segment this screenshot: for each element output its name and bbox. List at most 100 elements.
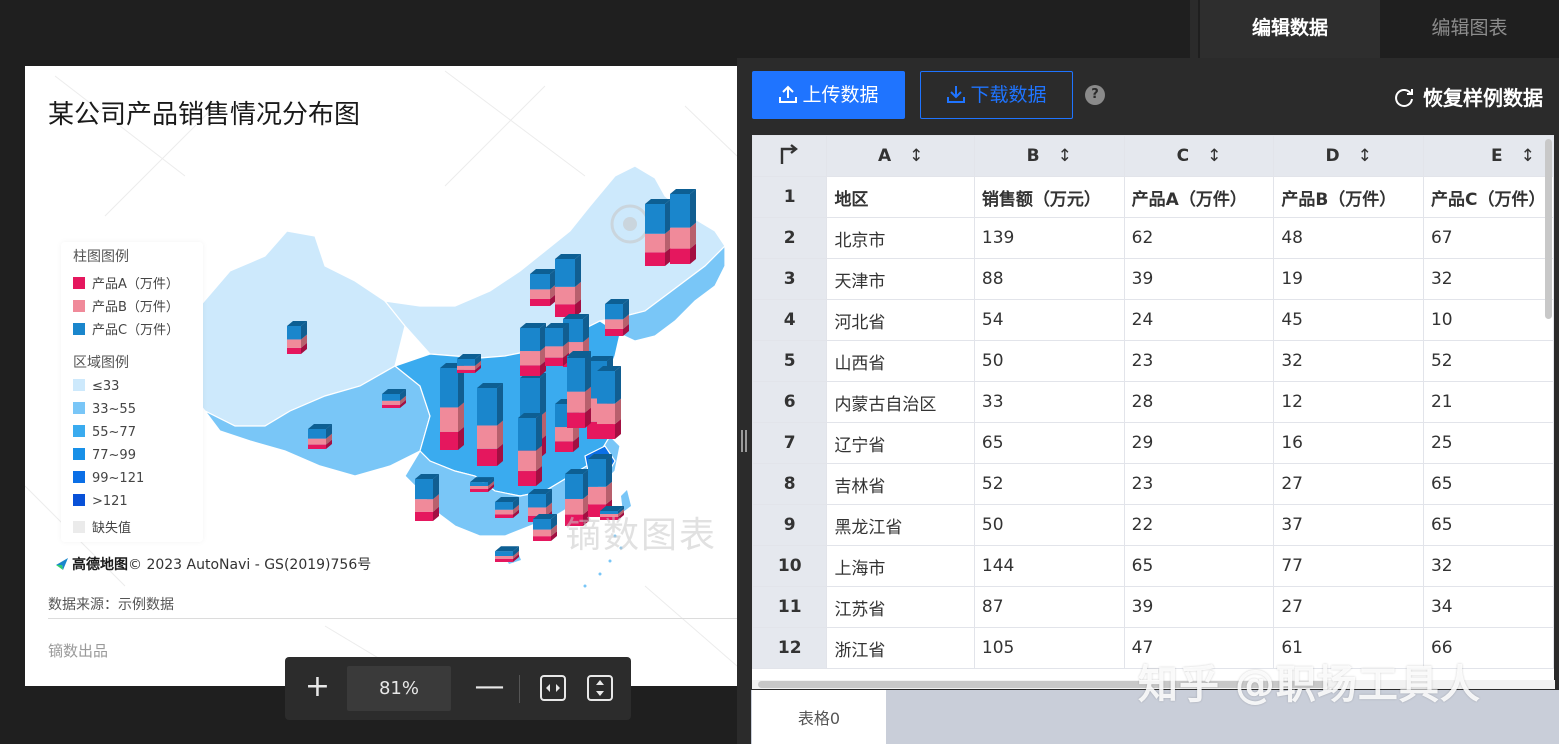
region-legend-item[interactable]: >121 (73, 494, 128, 510)
table-cell[interactable]: 28 (1123, 381, 1275, 423)
table-cell[interactable]: 65 (973, 422, 1125, 464)
bar-segment[interactable] (555, 286, 575, 305)
bar-segment[interactable] (567, 358, 585, 392)
bar-segment[interactable] (495, 509, 513, 515)
fit-width-button[interactable] (538, 666, 568, 711)
column-header[interactable]: E ↕ (1422, 135, 1554, 177)
sort-icon[interactable]: ↕ (1207, 146, 1221, 166)
table-cell[interactable]: 上海市 (826, 545, 975, 587)
bar-segment[interactable] (567, 391, 585, 413)
bar-segment[interactable] (645, 252, 665, 266)
row-number[interactable]: 3 (752, 258, 828, 300)
bar-segment[interactable] (520, 328, 540, 352)
bar-segment[interactable] (477, 388, 497, 426)
restore-sample-data-button[interactable]: 恢复样例数据 (1393, 82, 1543, 111)
chart-title[interactable]: 某公司产品销售情况分布图 (48, 94, 360, 131)
bar-segment[interactable] (470, 482, 488, 486)
column-header[interactable]: B ↕ (973, 135, 1125, 177)
row-number[interactable]: 5 (752, 340, 828, 382)
sort-icon[interactable]: ↕ (909, 146, 923, 166)
zoom-level[interactable]: 81% (347, 666, 451, 711)
zoom-in-button[interactable]: + (295, 666, 340, 711)
bar-segment[interactable] (495, 559, 513, 562)
table-cell[interactable]: 27 (1273, 586, 1424, 628)
table-cell[interactable]: 产品C（万件） (1422, 176, 1554, 218)
bar-legend-item-c[interactable]: 产品C（万件） (73, 319, 179, 338)
bar-segment[interactable] (518, 450, 536, 472)
table-cell[interactable]: 62 (1123, 217, 1275, 259)
table-cell[interactable]: 32 (1273, 340, 1424, 382)
bar-segment[interactable] (565, 474, 583, 499)
bar-segment[interactable] (415, 511, 433, 521)
bar-segment[interactable] (287, 347, 301, 354)
bar-segment[interactable] (470, 486, 488, 489)
table-cell[interactable]: 天津市 (826, 258, 975, 300)
row-number[interactable]: 11 (752, 586, 828, 628)
table-cell[interactable]: 77 (1273, 545, 1424, 587)
bar-segment[interactable] (597, 424, 615, 439)
table-cell[interactable]: 34 (1422, 586, 1554, 628)
bar-segment[interactable] (440, 431, 458, 450)
bar-segment[interactable] (518, 471, 536, 486)
table-cell[interactable]: 江苏省 (826, 586, 975, 628)
table-cell[interactable]: 139 (973, 217, 1125, 259)
table-cell[interactable]: 山西省 (826, 340, 975, 382)
bar-segment[interactable] (567, 412, 585, 428)
bar-segment[interactable] (518, 418, 536, 451)
bar-segment[interactable] (495, 551, 513, 556)
table-cell[interactable]: 45 (1273, 299, 1424, 341)
download-data-button[interactable]: 下载数据 (920, 71, 1073, 119)
column-header[interactable]: D ↕ (1273, 135, 1424, 177)
bar-segment[interactable] (533, 536, 551, 541)
bar-segment[interactable] (670, 248, 690, 264)
bar-segment[interactable] (457, 365, 475, 370)
table-cell[interactable]: 144 (973, 545, 1125, 587)
table-cell[interactable]: 16 (1273, 422, 1424, 464)
table-cell[interactable]: 67 (1422, 217, 1554, 259)
region-legend-item[interactable]: ≤33 (73, 379, 119, 395)
bar-segment[interactable] (287, 339, 301, 348)
bar-segment[interactable] (545, 346, 563, 358)
table-cell[interactable]: 12 (1273, 381, 1424, 423)
table-cell[interactable]: 37 (1273, 504, 1424, 546)
table-cell[interactable]: 52 (1422, 340, 1554, 382)
bar-segment[interactable] (528, 494, 546, 508)
region-legend-item[interactable]: 33~55 (73, 402, 136, 418)
table-cell[interactable]: 24 (1123, 299, 1275, 341)
panel-splitter[interactable] (737, 58, 751, 744)
bar-segment[interactable] (530, 289, 550, 299)
table-cell[interactable]: 105 (973, 627, 1125, 669)
bar-segment[interactable] (382, 404, 400, 408)
vertical-scrollbar[interactable] (1545, 139, 1552, 319)
table-cell[interactable]: 辽宁省 (826, 422, 975, 464)
table-cell[interactable]: 23 (1123, 463, 1275, 505)
table-cell[interactable]: 54 (973, 299, 1125, 341)
table-cell[interactable]: 北京市 (826, 217, 975, 259)
upload-data-button[interactable]: 上传数据 (752, 71, 905, 119)
bar-legend-item-b[interactable]: 产品B（万件） (73, 296, 179, 315)
bar-segment[interactable] (440, 368, 458, 408)
table-cell[interactable]: 21 (1422, 381, 1554, 423)
bar-segment[interactable] (670, 227, 690, 249)
table-cell[interactable]: 19 (1273, 258, 1424, 300)
bar-segment[interactable] (520, 378, 540, 417)
splitter-grip-icon[interactable] (741, 430, 747, 452)
bar-segment[interactable] (308, 444, 326, 449)
bar-segment[interactable] (382, 394, 400, 401)
spreadsheet[interactable]: A ↕ B ↕ C ↕ D ↕ E ↕ 1 地区 销售额（万元） 产品A（万件） 产品B（万件）产… (752, 135, 1554, 689)
bar-segment[interactable] (520, 365, 540, 376)
bar-segment[interactable] (645, 204, 665, 234)
table-cell[interactable]: 50 (973, 504, 1125, 546)
bar-segment[interactable] (545, 328, 563, 347)
bar-segment[interactable] (495, 556, 513, 559)
table-cell[interactable]: 22 (1123, 504, 1275, 546)
bar-segment[interactable] (605, 328, 623, 336)
bar-segment[interactable] (645, 233, 665, 253)
sort-icon[interactable]: ↕ (1521, 146, 1535, 166)
bar-segment[interactable] (440, 407, 458, 432)
table-cell[interactable]: 产品A（万件） (1123, 176, 1275, 218)
bar-segment[interactable] (545, 357, 563, 366)
bar-segment[interactable] (382, 400, 400, 405)
table-cell[interactable]: 88 (973, 258, 1125, 300)
bar-segment[interactable] (520, 351, 540, 366)
